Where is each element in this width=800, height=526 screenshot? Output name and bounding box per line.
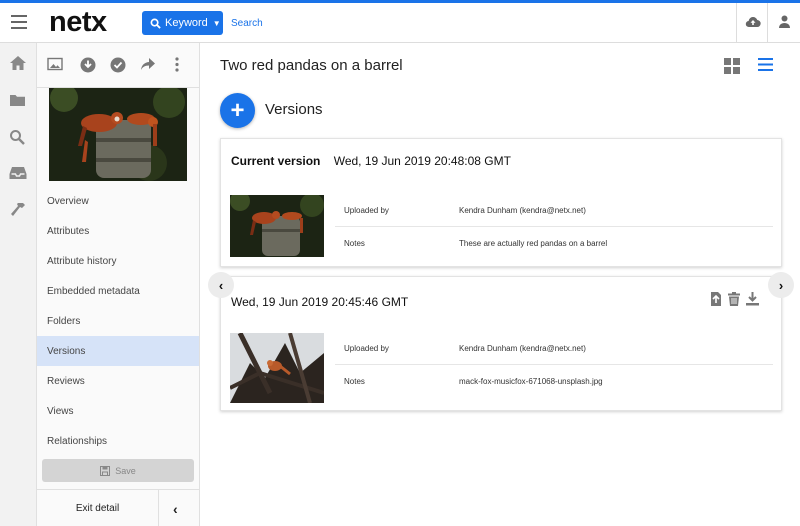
version-thumbnail <box>230 333 324 403</box>
inbox-icon[interactable] <box>9 166 27 180</box>
notes-value: These are actually red pandas on a barre… <box>459 238 608 248</box>
search-type-label: Keyword <box>165 17 208 29</box>
left-rail <box>0 43 37 526</box>
search-type-dropdown[interactable]: Keyword ▼ <box>142 11 223 35</box>
current-version-label: Current version <box>231 154 321 168</box>
more-icon[interactable] <box>175 57 179 72</box>
version-actions <box>710 292 759 306</box>
asset-preview-image <box>49 88 187 181</box>
notes-row: Notes mack-fox-musicfox-671068-unsplash.… <box>335 365 773 397</box>
add-version-button[interactable]: + <box>220 93 255 128</box>
detail-nav: Overview Attributes Attribute history Em… <box>37 186 199 456</box>
search-input[interactable] <box>231 13 711 33</box>
collapse-panel-icon[interactable]: ‹ <box>173 501 178 517</box>
check-icon[interactable] <box>110 57 126 73</box>
exit-detail-button[interactable]: Exit detail <box>37 490 159 526</box>
nav-item-overview[interactable]: Overview <box>37 186 199 216</box>
uploaded-by-value: Kendra Dunham (kendra@netx.net) <box>459 344 586 353</box>
uploaded-by-label: Uploaded by <box>344 206 389 215</box>
netx-logo[interactable]: netx <box>49 6 107 39</box>
panel-toolbar <box>37 43 199 88</box>
save-label: Save <box>115 465 136 476</box>
search-icon[interactable] <box>9 129 25 145</box>
nav-item-attributes[interactable]: Attributes <box>37 216 199 246</box>
uploaded-by-row: Uploaded by Kendra Dunham (kendra@netx.n… <box>335 333 773 365</box>
nav-item-relationships[interactable]: Relationships <box>37 426 199 456</box>
next-arrow-button[interactable]: › <box>768 272 794 298</box>
previous-arrow-button[interactable]: ‹ <box>208 272 234 298</box>
notes-label: Notes <box>344 376 365 386</box>
save-button[interactable]: Save <box>42 459 194 482</box>
version-title: Wed, 19 Jun 2019 20:45:46 GMT <box>231 295 408 309</box>
search-icon <box>150 18 161 29</box>
version-thumbnail <box>230 195 324 257</box>
make-current-icon[interactable] <box>710 292 722 306</box>
save-icon <box>100 465 111 476</box>
user-icon[interactable] <box>778 15 791 28</box>
home-icon[interactable] <box>9 55 27 71</box>
version-card: Wed, 19 Jun 2019 20:45:46 GMT Uploaded b… <box>220 276 782 411</box>
trash-icon[interactable] <box>728 292 740 306</box>
top-bar: netx Keyword ▼ <box>0 0 800 43</box>
menu-icon[interactable] <box>11 15 27 29</box>
image-icon[interactable] <box>47 57 63 71</box>
version-title: Current version Wed, 19 Jun 2019 20:48:0… <box>231 154 511 168</box>
uploaded-by-value: Kendra Dunham (kendra@netx.net) <box>459 206 586 215</box>
notes-label: Notes <box>344 238 365 248</box>
nav-item-versions[interactable]: Versions <box>37 336 199 366</box>
download-icon[interactable] <box>746 292 759 306</box>
cloud-upload-icon[interactable] <box>745 15 761 29</box>
nav-item-attribute-history[interactable]: Attribute history <box>37 246 199 276</box>
download-icon[interactable] <box>80 57 96 73</box>
nav-item-views[interactable]: Views <box>37 396 199 426</box>
uploaded-by-label: Uploaded by <box>344 344 389 353</box>
main-content: Two red pandas on a barrel + Versions Cu… <box>200 43 800 526</box>
divider <box>736 3 737 43</box>
notes-row: Notes These are actually red pandas on a… <box>335 227 773 259</box>
notes-value: mack-fox-musicfox-671068-unsplash.jpg <box>459 376 603 386</box>
grid-view-icon[interactable] <box>724 58 740 74</box>
folder-icon[interactable] <box>9 93 26 107</box>
nav-item-reviews[interactable]: Reviews <box>37 366 199 396</box>
share-icon[interactable] <box>140 57 156 71</box>
caret-down-icon: ▼ <box>212 18 221 28</box>
panel-footer: Exit detail ‹ <box>37 489 199 526</box>
detail-panel: Overview Attributes Attribute history Em… <box>37 43 200 526</box>
version-date: Wed, 19 Jun 2019 20:45:46 GMT <box>231 295 409 309</box>
list-view-icon[interactable] <box>758 58 773 71</box>
asset-title: Two red pandas on a barrel <box>220 57 403 74</box>
version-card-current: Current version Wed, 19 Jun 2019 20:48:0… <box>220 138 782 267</box>
versions-heading: Versions <box>265 101 323 118</box>
version-date: Wed, 19 Jun 2019 20:48:08 GMT <box>333 154 511 168</box>
nav-item-folders[interactable]: Folders <box>37 306 199 336</box>
hammer-icon[interactable] <box>9 201 27 218</box>
nav-item-embedded-metadata[interactable]: Embedded metadata <box>37 276 199 306</box>
uploaded-by-row: Uploaded by Kendra Dunham (kendra@netx.n… <box>335 195 773 227</box>
divider <box>767 3 768 43</box>
